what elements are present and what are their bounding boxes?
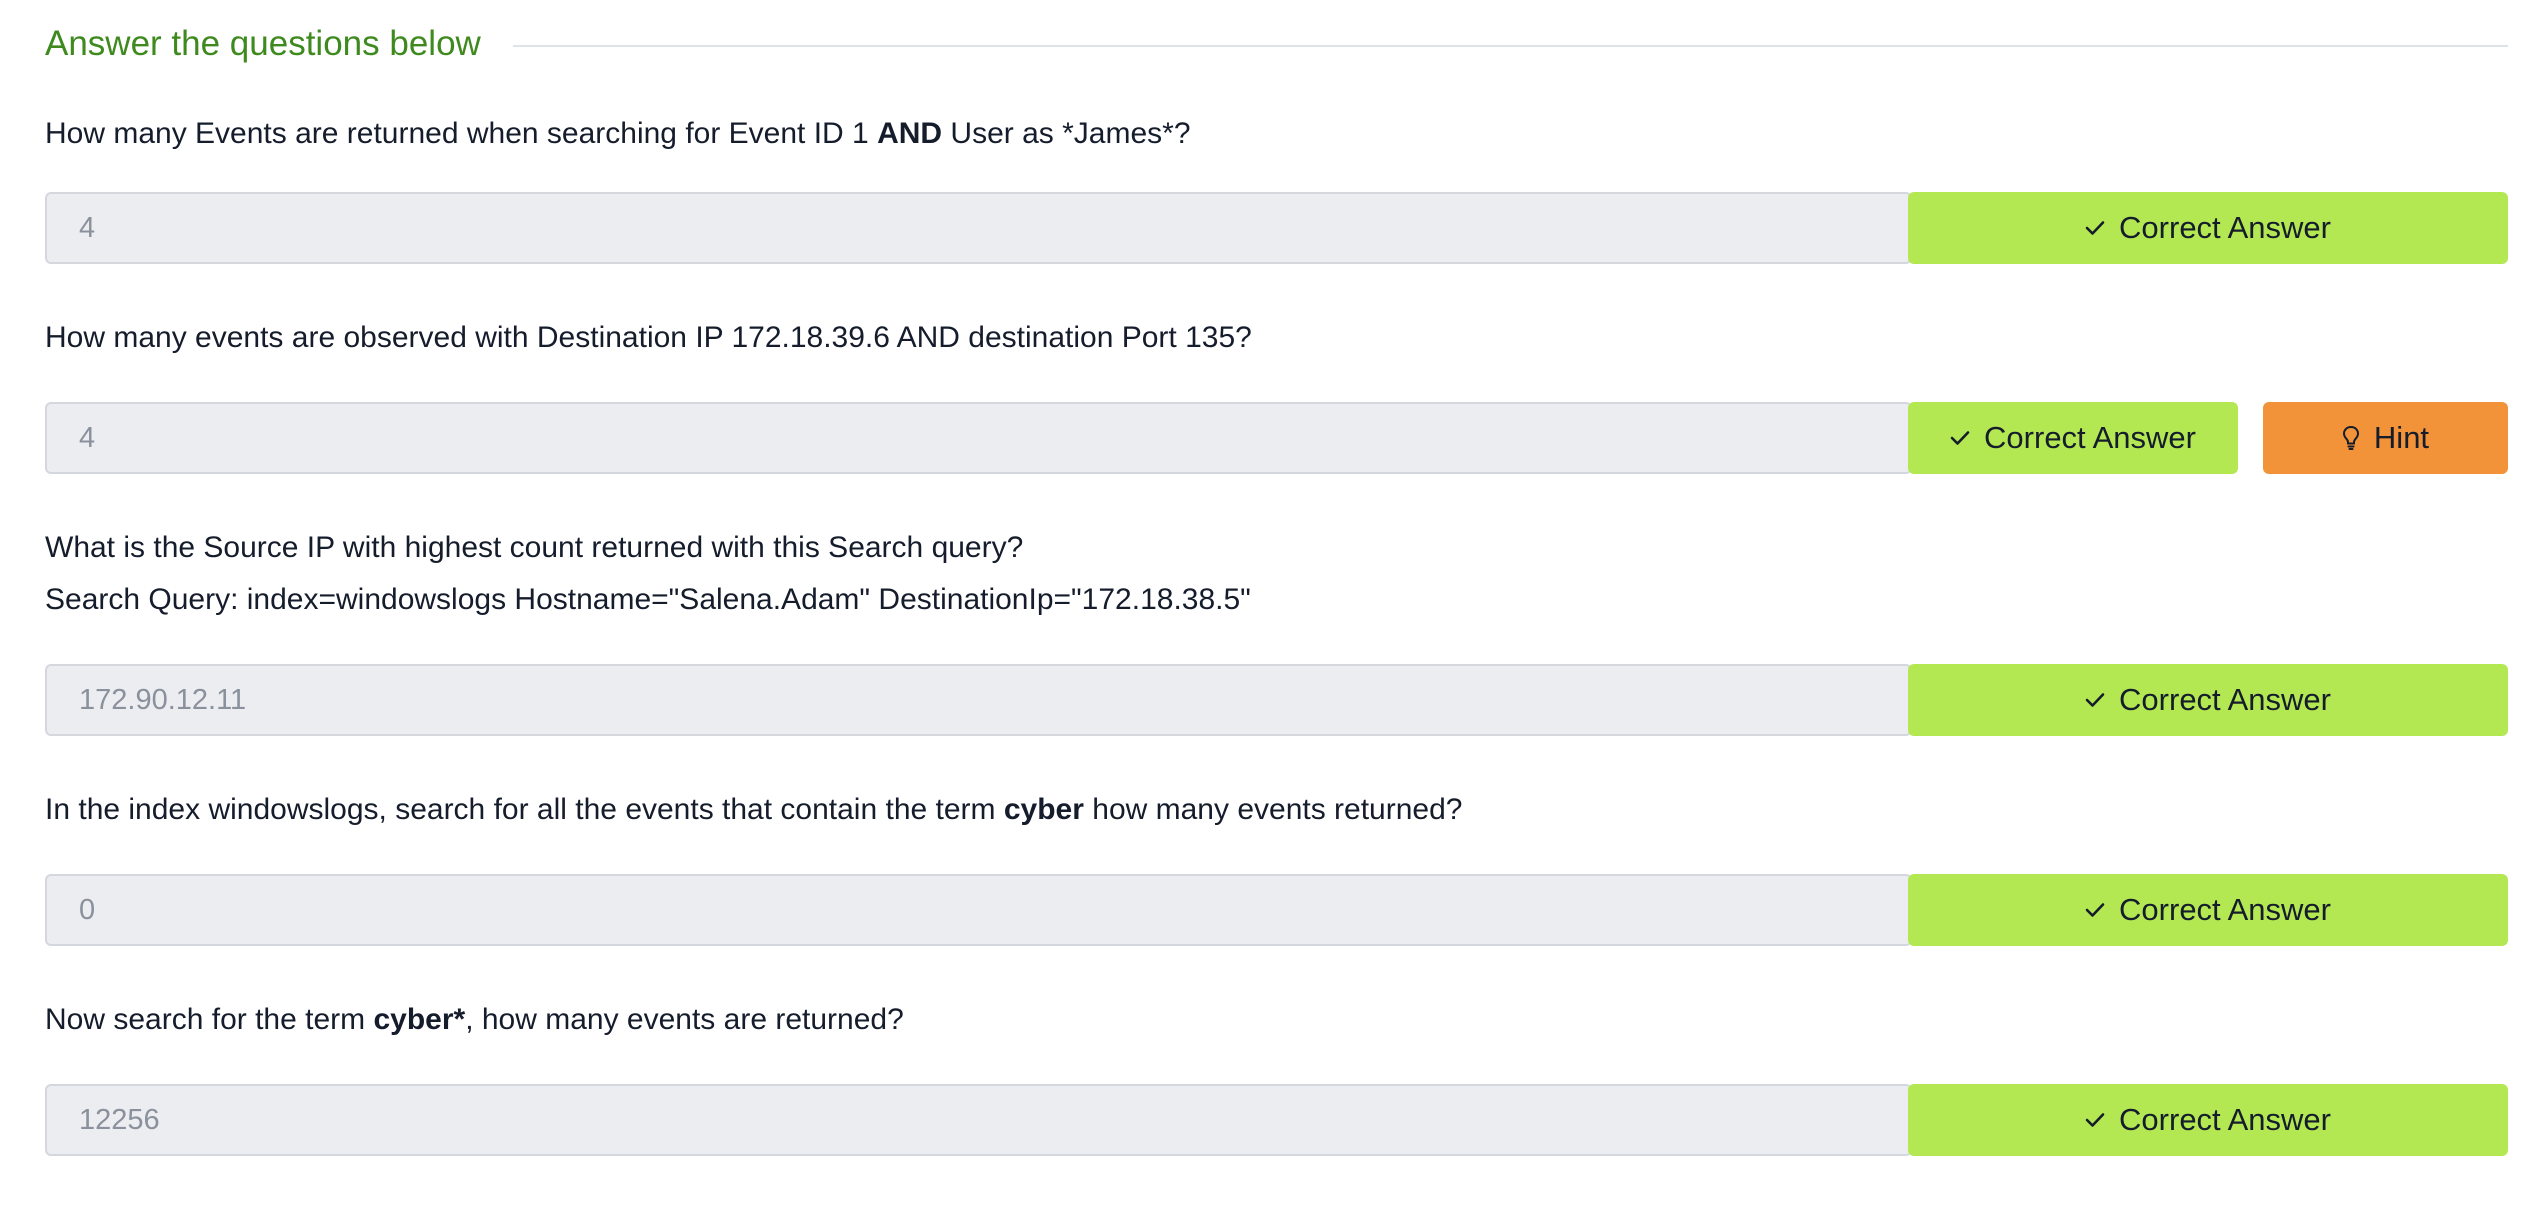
question-3-correct-answer-button[interactable]: Correct Answer [1908,664,2508,736]
check-icon [2085,692,2105,708]
question-3-search-query: Search Query: index=windowslogs Hostname… [45,583,1251,616]
question-5-bold: cyber* [373,1003,466,1036]
check-icon [2085,1112,2105,1128]
question-1-text: How many Events are returned when search… [45,108,1191,160]
question-5-part-3: , how many events are returned? [465,1003,904,1036]
correct-answer-label: Correct Answer [2119,682,2331,717]
lightbulb-icon [2342,425,2360,451]
question-1-correct-answer-button[interactable]: Correct Answer [1908,192,2508,264]
check-icon [2085,902,2105,918]
question-4-text: In the index windowslogs, search for all… [45,784,1462,836]
question-3-text: What is the Source IP with highest count… [45,531,1024,564]
hint-label: Hint [2373,420,2430,455]
task-questions-panel: Answer the questions below How many Even… [0,0,2538,1222]
question-5-text: Now search for the term cyber*, how many… [45,994,904,1046]
correct-answer-label: Correct Answer [1984,420,2196,455]
check-icon [1950,430,1970,446]
question-1-answer-row: 4 Correct Answer [45,192,2508,264]
question-4-part-1: In the index windowslogs, search for all… [45,793,1004,826]
question-1-bold: AND [877,117,943,150]
question-3-answer-row: 172.90.12.11 Correct Answer [45,664,2508,736]
question-2-text: How many events are observed with Destin… [45,321,1252,354]
question-2-answer-field[interactable]: 4 [45,402,1912,474]
correct-answer-label: Correct Answer [2119,210,2331,245]
question-3-answer-field[interactable]: 172.90.12.11 [45,664,1912,736]
question-4-correct-answer-button[interactable]: Correct Answer [1908,874,2508,946]
question-5-answer-field[interactable]: 12256 [45,1084,1912,1156]
question-5-correct-answer-button[interactable]: Correct Answer [1908,1084,2508,1156]
question-4-part-3: how many events returned? [1083,793,1463,826]
question-1-part-3: User as *James*? [942,117,1191,150]
question-5-answer-row: 12256 Correct Answer [45,1084,2508,1156]
question-4-answer-row: 0 Correct Answer [45,874,2508,946]
check-icon [2085,220,2105,236]
section-title: Answer the questions below [45,24,481,63]
correct-answer-label: Correct Answer [2119,1102,2331,1137]
section-header: Answer the questions below [45,18,2508,70]
question-1-part-1: How many Events are returned when search… [45,117,878,150]
question-2-hint-button[interactable]: Hint [2263,402,2508,474]
question-1-answer-field[interactable]: 4 [45,192,1912,264]
question-2-answer-row: 4 Correct Answer Hint [45,402,2508,474]
question-2-correct-answer-button[interactable]: Correct Answer [1908,402,2238,474]
section-divider [512,45,2508,47]
question-5-part-1: Now search for the term [45,1003,374,1036]
question-4-bold: cyber [1003,793,1084,826]
question-4-answer-field[interactable]: 0 [45,874,1912,946]
correct-answer-label: Correct Answer [2119,892,2331,927]
